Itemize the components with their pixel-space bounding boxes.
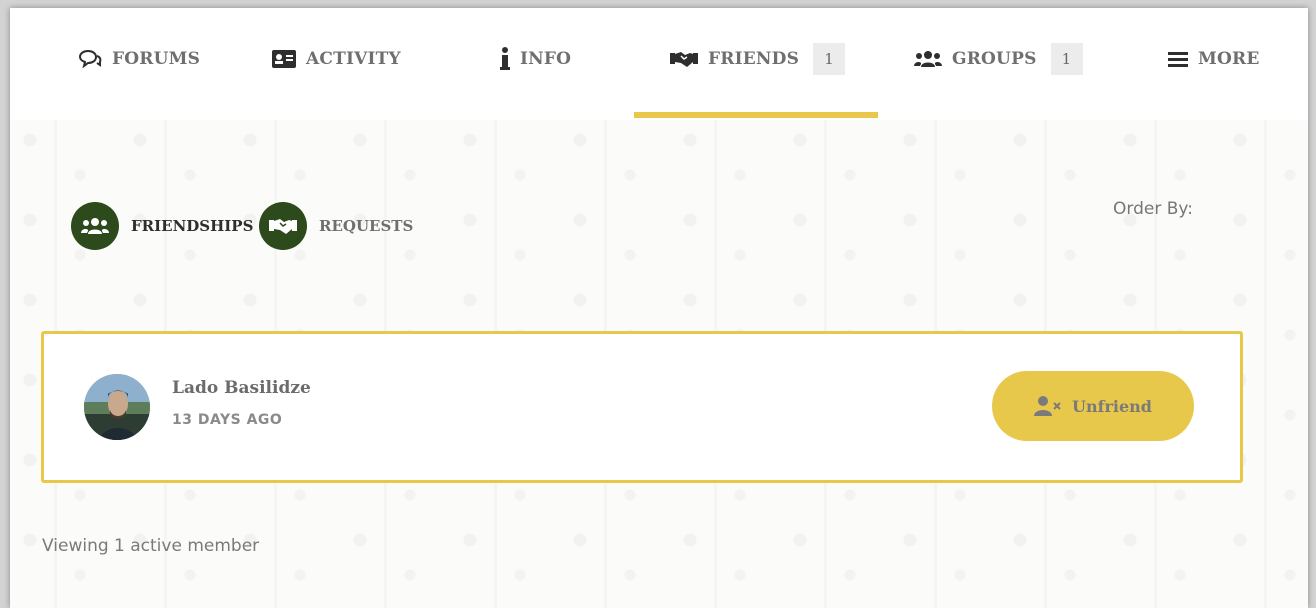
nav-forums[interactable]: FORUMS bbox=[78, 42, 200, 76]
member-card: Lado Basilidze 13 DAYS AGO Unfriend bbox=[41, 331, 1243, 483]
subnav-requests[interactable]: REQUESTS bbox=[259, 202, 413, 250]
handshake-icon bbox=[670, 50, 698, 68]
viewing-count: Viewing 1 active member bbox=[42, 536, 260, 556]
member-name[interactable]: Lado Basilidze bbox=[172, 378, 311, 398]
requests-circle bbox=[259, 202, 307, 250]
id-card-icon bbox=[272, 50, 296, 68]
subnav-friendships[interactable]: FRIENDSHIPS bbox=[71, 202, 253, 250]
order-by-label: Order By: bbox=[1113, 199, 1193, 219]
nav-info-label: INFO bbox=[520, 49, 572, 69]
nav-friends[interactable]: FRIENDS 1 bbox=[670, 42, 846, 76]
page-frame: FORUMS ACTIVITY INFO FRIENDS 1 GROUPS 1 … bbox=[10, 8, 1308, 608]
nav-groups-label: GROUPS bbox=[952, 49, 1037, 69]
handshake-icon bbox=[269, 219, 297, 234]
nav-friends-label: FRIENDS bbox=[708, 49, 800, 69]
nav-forums-label: FORUMS bbox=[112, 49, 201, 69]
nav-more[interactable]: MORE bbox=[1168, 42, 1260, 76]
unfriend-label: Unfriend bbox=[1072, 396, 1152, 416]
member-time: 13 DAYS AGO bbox=[172, 412, 283, 428]
active-tab-indicator bbox=[634, 112, 878, 118]
groups-count-badge: 1 bbox=[1050, 43, 1083, 75]
nav-info[interactable]: INFO bbox=[500, 42, 571, 76]
nav-more-label: MORE bbox=[1198, 49, 1260, 69]
chat-bubbles-icon bbox=[78, 50, 102, 68]
users-icon bbox=[914, 50, 942, 68]
subnav-friendships-label: FRIENDSHIPS bbox=[131, 217, 254, 235]
friends-count-badge: 1 bbox=[813, 43, 846, 75]
avatar-photo bbox=[84, 374, 150, 440]
avatar[interactable] bbox=[84, 374, 150, 440]
profile-nav: FORUMS ACTIVITY INFO FRIENDS 1 GROUPS 1 … bbox=[10, 8, 1308, 120]
user-remove-icon bbox=[1034, 396, 1062, 416]
nav-activity-label: ACTIVITY bbox=[306, 49, 401, 69]
nav-activity[interactable]: ACTIVITY bbox=[272, 42, 401, 76]
friendships-circle bbox=[71, 202, 119, 250]
subnav-requests-label: REQUESTS bbox=[319, 217, 414, 235]
users-icon bbox=[81, 218, 109, 234]
info-icon bbox=[500, 47, 510, 71]
unfriend-button[interactable]: Unfriend bbox=[992, 371, 1194, 441]
nav-groups[interactable]: GROUPS 1 bbox=[914, 42, 1083, 76]
menu-icon bbox=[1168, 51, 1188, 67]
